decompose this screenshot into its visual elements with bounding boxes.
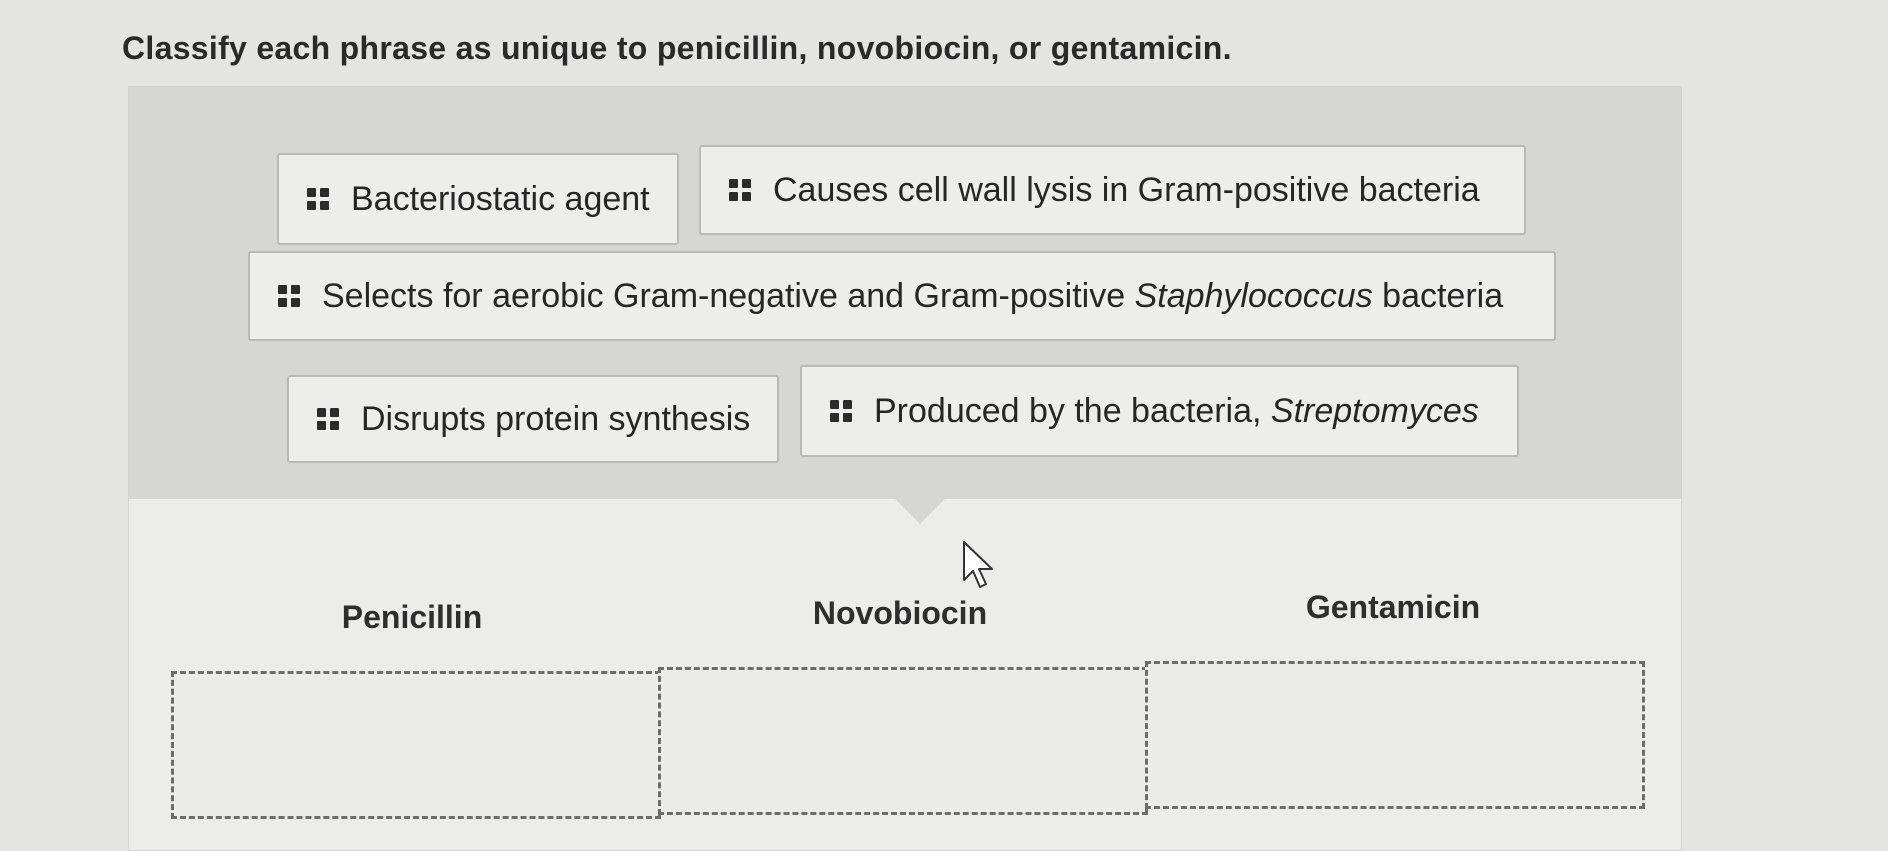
drag-handle-icon xyxy=(317,408,339,430)
drop-zone-novobiocin[interactable] xyxy=(658,667,1148,815)
item-label: Causes cell wall lysis in Gram-positive … xyxy=(773,170,1480,209)
item-label: Selects for aerobic Gram-negative and Gr… xyxy=(322,276,1504,315)
item-label-italic: Streptomyces xyxy=(1270,391,1479,430)
item-label: Produced by the bacteria, Streptomyces xyxy=(874,391,1479,430)
drag-handle-icon xyxy=(307,188,329,210)
drop-zone-gentamicin[interactable] xyxy=(1145,661,1645,809)
draggable-item-selects-for[interactable]: Selects for aerobic Gram-negative and Gr… xyxy=(248,251,1556,341)
draggable-item-streptomyces[interactable]: Produced by the bacteria, Streptomyces xyxy=(800,365,1519,457)
drop-zone-penicillin[interactable] xyxy=(171,671,661,819)
drag-handle-icon xyxy=(729,179,751,201)
page: Classify each phrase as unique to penici… xyxy=(0,0,1888,851)
draggable-item-bacteriostatic[interactable]: Bacteriostatic agent xyxy=(277,153,679,245)
category-header-novobiocin: Novobiocin xyxy=(812,595,988,631)
item-label: Bacteriostatic agent xyxy=(351,179,650,218)
mouse-pointer-icon xyxy=(963,541,993,588)
classification-card: Bacteriostatic agent Causes cell wall ly… xyxy=(128,86,1682,851)
answer-bank[interactable]: Bacteriostatic agent Causes cell wall ly… xyxy=(129,87,1681,499)
drag-handle-icon xyxy=(278,285,300,307)
category-header-penicillin: Penicillin xyxy=(341,599,483,635)
draggable-item-protein-synthesis[interactable]: Disrupts protein synthesis xyxy=(287,375,779,463)
category-header-gentamicin: Gentamicin xyxy=(1305,589,1481,625)
draggable-item-cell-wall-lysis[interactable]: Causes cell wall lysis in Gram-positive … xyxy=(699,145,1526,235)
item-label-italic: Staphylococcus xyxy=(1134,276,1373,315)
drag-handle-icon xyxy=(830,400,852,422)
bank-pointer xyxy=(894,498,946,524)
item-label: Disrupts protein synthesis xyxy=(361,399,751,438)
question-prompt: Classify each phrase as unique to penici… xyxy=(122,30,1232,66)
